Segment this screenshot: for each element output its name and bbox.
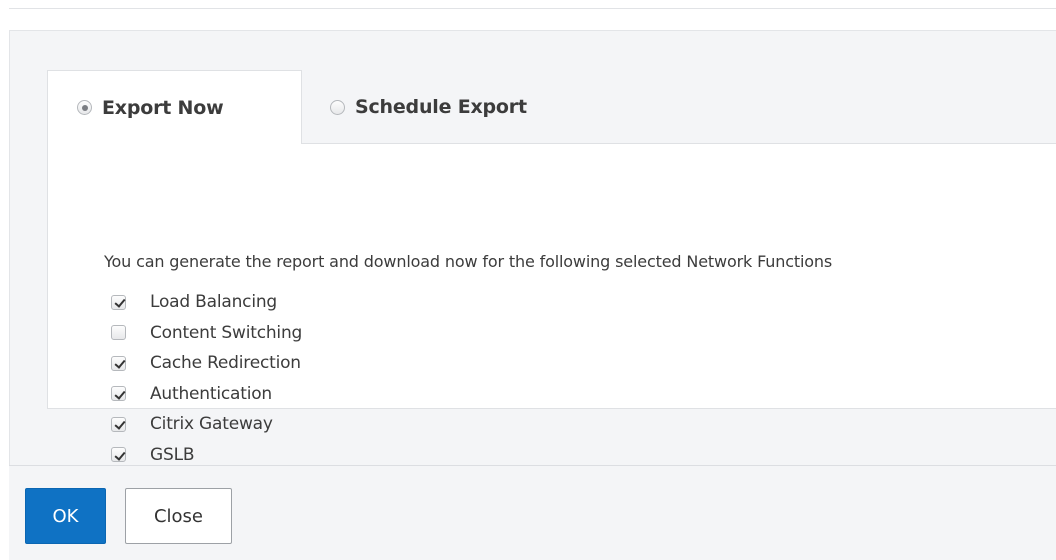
- gslb-checkbox[interactable]: [111, 447, 126, 463]
- export-now-content: You can generate the report and download…: [47, 143, 1056, 465]
- function-label: GSLB: [150, 444, 195, 465]
- close-button[interactable]: Close: [125, 488, 232, 544]
- schedule-export-radio[interactable]: [330, 99, 345, 115]
- tab-schedule-export-label: Schedule Export: [355, 96, 527, 118]
- function-label: Citrix Gateway: [150, 414, 273, 435]
- ok-button[interactable]: OK: [25, 488, 106, 544]
- function-label: Authentication: [150, 383, 272, 404]
- tab-export-now-label: Export Now: [102, 96, 224, 119]
- export-options-panel: Export Now Schedule Export You can gener…: [47, 70, 1056, 465]
- export-now-radio[interactable]: [77, 100, 92, 115]
- intro-text: You can generate the report and download…: [104, 252, 833, 271]
- network-functions-list: Load Balancing Content Switching Cache R…: [111, 287, 302, 470]
- function-label: Content Switching: [150, 322, 303, 343]
- authentication-checkbox[interactable]: [111, 386, 126, 402]
- cache-redirection-checkbox[interactable]: [111, 355, 126, 371]
- tab-export-now[interactable]: Export Now: [47, 70, 302, 144]
- function-item-cache-redirection[interactable]: Cache Redirection: [111, 348, 302, 379]
- load-balancing-checkbox[interactable]: [111, 294, 126, 310]
- top-divider: [9, 8, 1056, 9]
- function-item-load-balancing[interactable]: Load Balancing: [111, 287, 302, 318]
- function-item-citrix-gateway[interactable]: Citrix Gateway: [111, 409, 302, 440]
- function-label: Load Balancing: [150, 292, 278, 313]
- function-item-content-switching[interactable]: Content Switching: [111, 318, 302, 349]
- function-item-authentication[interactable]: Authentication: [111, 379, 302, 410]
- function-label: Cache Redirection: [150, 353, 301, 374]
- citrix-gateway-checkbox[interactable]: [111, 416, 126, 432]
- tab-schedule-export[interactable]: Schedule Export: [322, 70, 582, 144]
- content-switching-checkbox[interactable]: [111, 325, 126, 341]
